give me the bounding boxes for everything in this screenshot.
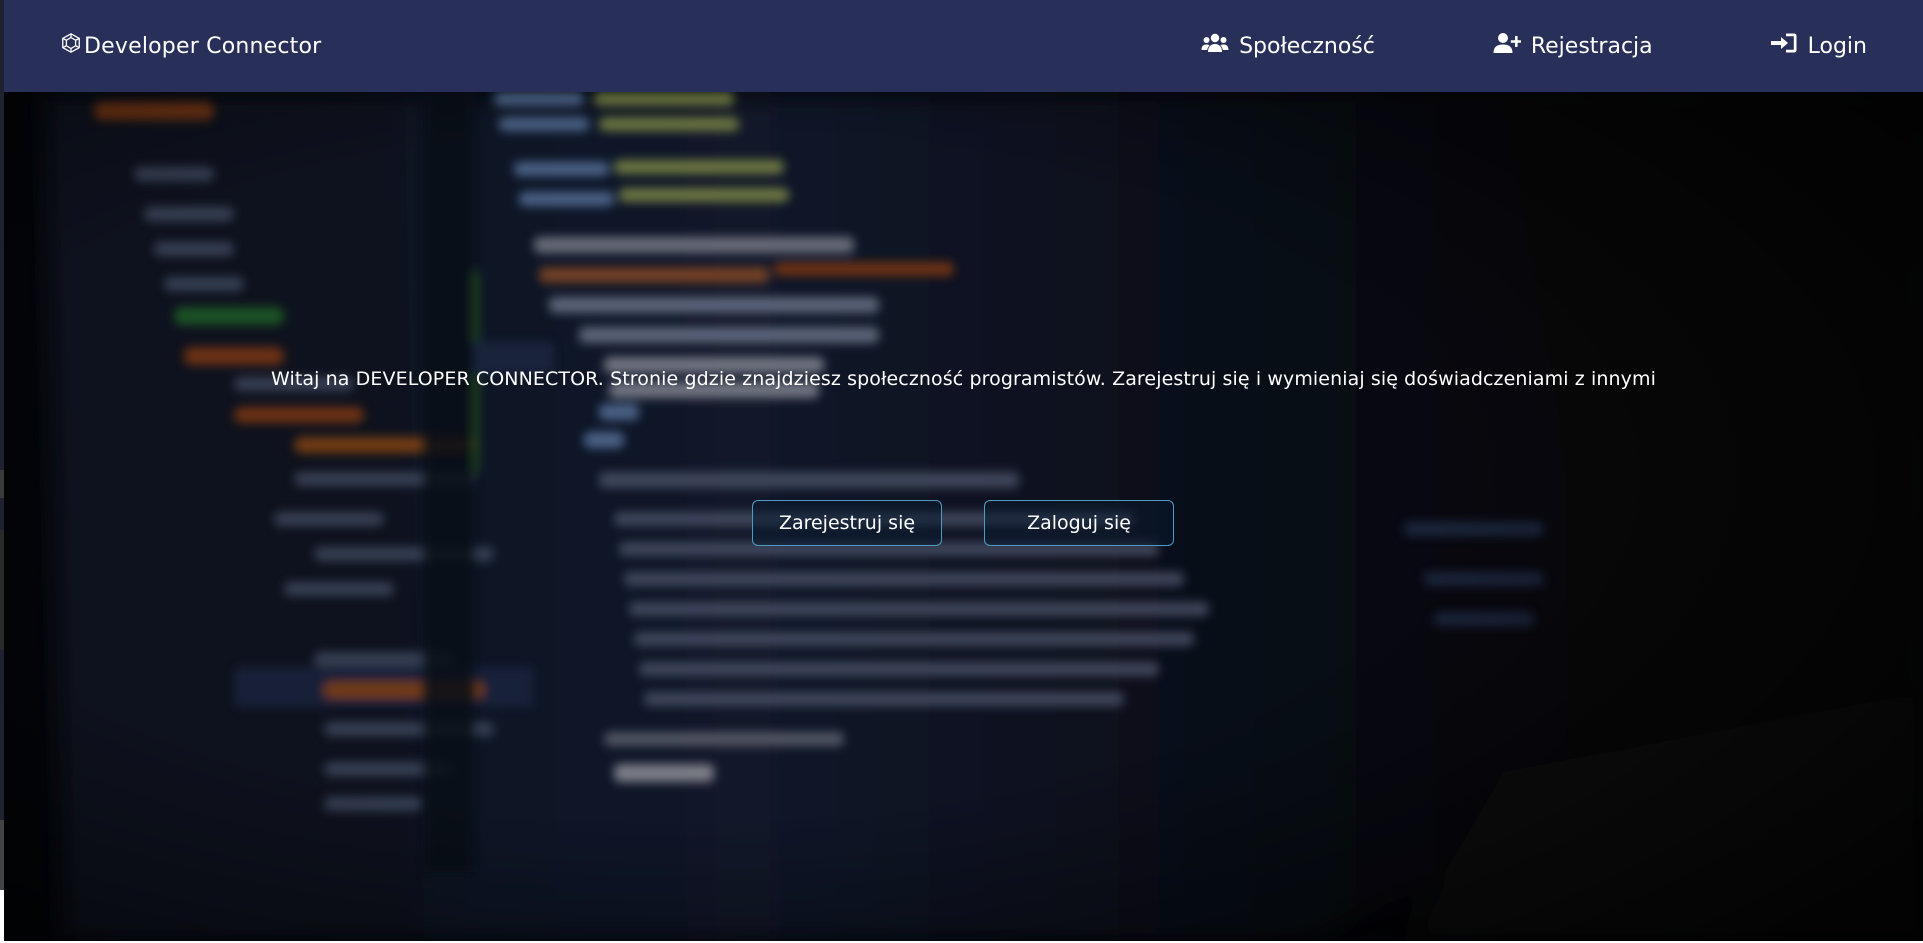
brand-link[interactable]: Developer Connector: [60, 32, 321, 60]
hero-lead-text: Witaj na DEVELOPER CONNECTOR. Stronie gd…: [271, 368, 1656, 390]
hero-content: Witaj na DEVELOPER CONNECTOR. Stronie gd…: [4, 92, 1923, 943]
hero-buttons: Zarejestruj się Zaloguj się: [752, 500, 1174, 546]
brand-label: Developer Connector: [84, 33, 322, 59]
nav-link-register[interactable]: Rejestracja: [1493, 31, 1653, 61]
sign-in-icon: [1770, 31, 1798, 61]
nav-link-community-label: Społeczność: [1239, 33, 1375, 59]
nav-link-register-label: Rejestracja: [1530, 33, 1653, 59]
user-plus-icon: [1493, 31, 1522, 61]
nav-link-community[interactable]: Społeczność: [1201, 31, 1375, 61]
landing-hero: Witaj na DEVELOPER CONNECTOR. Stronie gd…: [4, 92, 1923, 943]
nav-link-login[interactable]: Login: [1770, 31, 1867, 61]
register-button[interactable]: Zarejestruj się: [752, 500, 942, 546]
nav-links: Społeczność Rejestracja Login: [1201, 31, 1867, 61]
code-hexagon-icon: [60, 32, 82, 60]
users-icon: [1201, 31, 1229, 61]
app-root: Developer Connector Społeczność Rejestra…: [4, 0, 1923, 943]
login-button[interactable]: Zaloguj się: [984, 500, 1174, 546]
nav-link-login-label: Login: [1807, 33, 1867, 59]
navbar: Developer Connector Społeczność Rejestra…: [4, 0, 1923, 92]
